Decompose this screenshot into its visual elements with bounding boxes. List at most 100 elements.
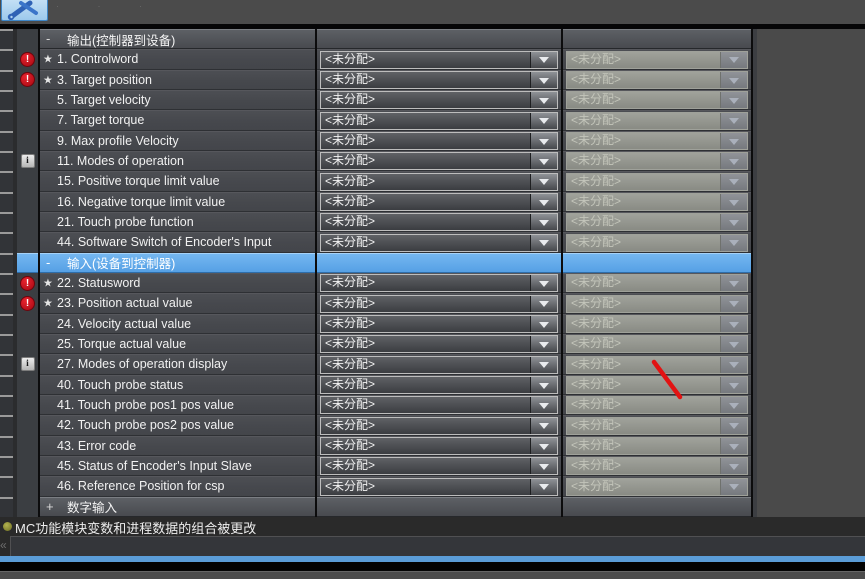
pdo-variable-select[interactable]: <未分配> (320, 213, 558, 231)
entry-name-cell[interactable]: -输出(控制器到设备) (40, 29, 315, 49)
entry-name-cell[interactable]: 40. Touch probe status (40, 375, 315, 395)
io-group-row[interactable]: +数字输入 (0, 497, 757, 517)
select-value: <未分配> (567, 92, 720, 108)
io-group-row[interactable]: -输出(控制器到设备) (0, 29, 757, 49)
entry-name-cell[interactable]: 15. Positive torque limit value (40, 171, 315, 191)
io-entry-row[interactable]: 41. Touch probe pos1 pos value<未分配><未分配> (0, 395, 757, 415)
io-entry-row[interactable]: 15. Positive torque limit value<未分配><未分配… (0, 171, 757, 191)
chevron-down-icon[interactable] (530, 438, 557, 454)
entry-label: 42. Touch probe pos2 pos value (40, 418, 234, 432)
chevron-down-icon[interactable] (530, 72, 557, 88)
pdo-variable-select[interactable]: <未分配> (320, 132, 558, 150)
entry-name-cell[interactable]: ★22. Statusword (40, 273, 315, 293)
io-entry-row[interactable]: 43. Error code<未分配><未分配> (0, 436, 757, 456)
pdo-variable-select[interactable]: <未分配> (320, 396, 558, 414)
chevron-down-icon[interactable] (530, 92, 557, 108)
pdo-variable-select[interactable]: <未分配> (320, 173, 558, 191)
entry-name-cell[interactable]: 45. Status of Encoder's Input Slave (40, 456, 315, 476)
entry-name-cell[interactable]: +数字输入 (40, 497, 315, 517)
pdo-variable-select[interactable]: <未分配> (320, 315, 558, 333)
chevron-down-icon[interactable] (530, 397, 557, 413)
chevron-down-icon[interactable] (530, 479, 557, 495)
pdo-variable-select[interactable]: <未分配> (320, 274, 558, 292)
entry-name-cell[interactable]: 42. Touch probe pos2 pos value (40, 415, 315, 435)
chevron-down-icon[interactable] (530, 133, 557, 149)
chevron-down-icon[interactable] (530, 113, 557, 129)
io-entry-row[interactable]: 21. Touch probe function<未分配><未分配> (0, 212, 757, 232)
entry-name-cell[interactable]: ★3. Target position (40, 70, 315, 90)
chevron-down-icon[interactable] (530, 235, 557, 251)
chevron-down-icon[interactable] (530, 418, 557, 434)
chevron-down-icon (720, 92, 747, 108)
row-gutter-tick (0, 415, 13, 435)
io-entry-row[interactable]: 40. Touch probe status<未分配><未分配> (0, 375, 757, 395)
pdo-variable-select[interactable]: <未分配> (320, 234, 558, 252)
entry-name-cell[interactable]: 11. Modes of operation (40, 151, 315, 171)
chevron-down-icon[interactable] (530, 275, 557, 291)
pdo-variable-select[interactable]: <未分配> (320, 376, 558, 394)
entry-name-cell[interactable]: 21. Touch probe function (40, 212, 315, 232)
chevron-down-icon[interactable] (530, 316, 557, 332)
pdo-variable-select[interactable]: <未分配> (320, 71, 558, 89)
pdo-variable-select[interactable]: <未分配> (320, 335, 558, 353)
chevron-down-icon[interactable] (530, 214, 557, 230)
io-entry-row[interactable]: 5. Target velocity <未分配> <未分配> (0, 90, 757, 110)
pdo-variable-select[interactable]: <未分配> (320, 112, 558, 130)
entry-name-cell[interactable]: 46. Reference Position for csp (40, 476, 315, 496)
chevron-down-icon[interactable] (530, 458, 557, 474)
pdo-variable-select[interactable]: <未分配> (320, 193, 558, 211)
io-entry-row[interactable]: 44. Software Switch of Encoder's Input <未… (0, 232, 757, 252)
io-entry-row[interactable]: !★23. Position actual value<未分配><未分配> (0, 293, 757, 313)
expand-toggle-icon[interactable]: + (40, 497, 60, 517)
pdo-variable-select[interactable]: <未分配> (320, 295, 558, 313)
pdo-variable-select[interactable]: <未分配> (320, 356, 558, 374)
entry-name-cell[interactable]: 9. Max profile Velocity (40, 131, 315, 151)
variable-cell (317, 253, 561, 273)
io-group-row[interactable]: -输入(设备到控制器) (0, 253, 757, 273)
pdo-variable-select[interactable]: <未分配> (320, 437, 558, 455)
pdo-variable-select[interactable]: <未分配> (320, 457, 558, 475)
chevron-down-icon[interactable] (530, 336, 557, 352)
io-entry-row[interactable]: 24. Velocity actual value<未分配><未分配> (0, 314, 757, 334)
entry-name-cell[interactable]: -输入(设备到控制器) (40, 253, 315, 273)
io-entry-row[interactable]: 46. Reference Position for csp<未分配><未分配> (0, 476, 757, 496)
entry-name-cell[interactable]: ★1. Controlword (40, 49, 315, 69)
pdo-variable-select[interactable]: <未分配> (320, 51, 558, 69)
io-entry-row[interactable]: 42. Touch probe pos2 pos value<未分配><未分配> (0, 415, 757, 435)
pdo-variable-select[interactable]: <未分配> (320, 478, 558, 496)
chevron-down-icon[interactable] (530, 174, 557, 190)
io-entry-row[interactable]: !★3. Target position<未分配><未分配> (0, 70, 757, 90)
pdo-variable-select[interactable]: <未分配> (320, 417, 558, 435)
io-entry-row[interactable]: 45. Status of Encoder's Input Slave <未分配>… (0, 456, 757, 476)
io-entry-row[interactable]: 16. Negative torque limit value<未分配><未分配… (0, 192, 757, 212)
chevron-down-icon[interactable] (530, 377, 557, 393)
io-entry-row[interactable]: !★22. Statusword<未分配><未分配> (0, 273, 757, 293)
io-entry-row[interactable]: 7. Target torque<未分配><未分配> (0, 110, 757, 130)
chevron-down-icon[interactable] (530, 52, 557, 68)
chevron-down-icon[interactable] (530, 296, 557, 312)
chevron-down-icon[interactable] (530, 194, 557, 210)
entry-name-cell[interactable]: 24. Velocity actual value (40, 314, 315, 334)
entry-name-cell[interactable]: 25. Torque actual value (40, 334, 315, 354)
entry-name-cell[interactable]: 41. Touch probe pos1 pos value (40, 395, 315, 415)
io-entry-row[interactable]: i27. Modes of operation display<未分配><未分配… (0, 354, 757, 374)
entry-name-cell[interactable]: 44. Software Switch of Encoder's Input (40, 232, 315, 252)
chevron-down-icon[interactable] (530, 357, 557, 373)
chevron-down-icon[interactable] (530, 153, 557, 169)
io-entry-row[interactable]: 25. Torque actual value<未分配><未分配> (0, 334, 757, 354)
entry-name-cell[interactable]: 7. Target torque (40, 110, 315, 130)
expand-toggle-icon[interactable]: - (40, 29, 60, 49)
io-entry-row[interactable]: i11. Modes of operation<未分配><未分配> (0, 151, 757, 171)
entry-name-cell[interactable]: 5. Target velocity (40, 90, 315, 110)
pdo-variable-select[interactable]: <未分配> (320, 91, 558, 109)
expand-toggle-icon[interactable]: - (40, 253, 60, 273)
pdo-variable-select[interactable]: <未分配> (320, 152, 558, 170)
entry-name-cell[interactable]: ★23. Position actual value (40, 293, 315, 313)
collapse-chevron-icon[interactable]: « (0, 536, 7, 554)
entry-name-cell[interactable]: 16. Negative torque limit value (40, 192, 315, 212)
entry-name-cell[interactable]: 27. Modes of operation display (40, 354, 315, 374)
io-entry-row[interactable]: 9. Max profile Velocity<未分配><未分配> (0, 131, 757, 151)
configuration-tool-button[interactable] (1, 0, 48, 21)
entry-name-cell[interactable]: 43. Error code (40, 436, 315, 456)
io-entry-row[interactable]: !★1. Controlword<未分配><未分配> (0, 49, 757, 69)
